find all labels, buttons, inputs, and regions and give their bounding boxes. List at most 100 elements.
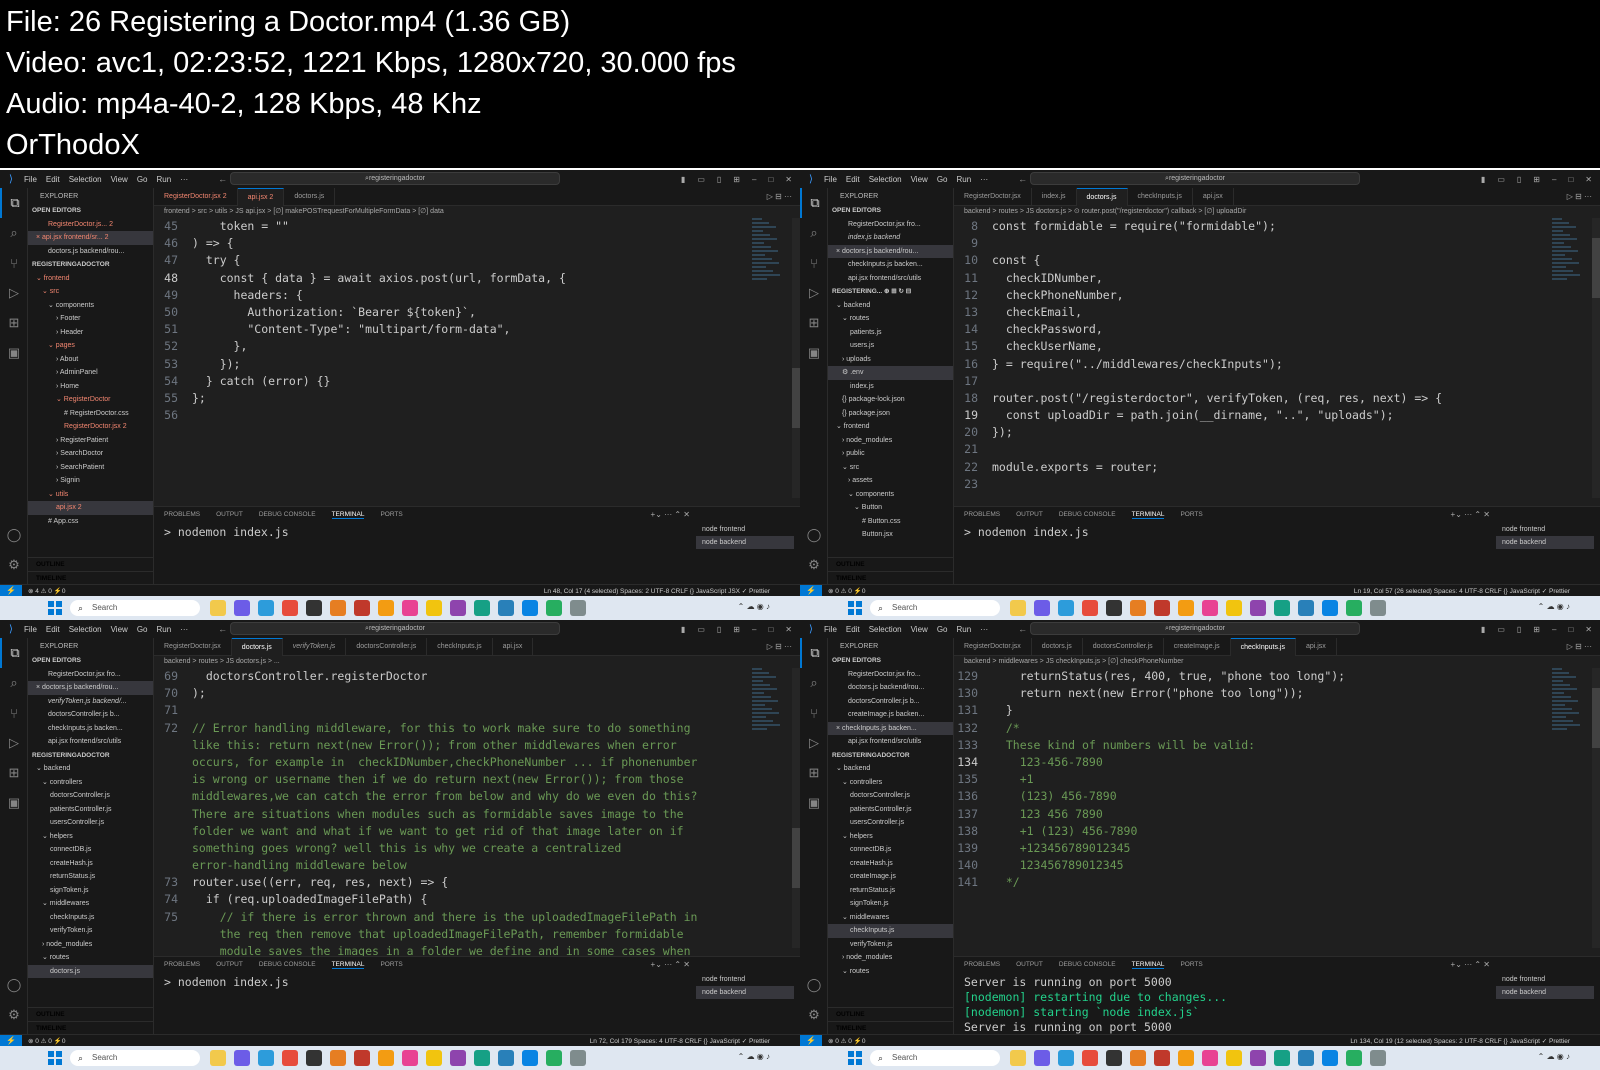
editor-tab[interactable]: doctorsController.js	[346, 638, 428, 656]
terminal-actions-icon[interactable]: +⌄ ··· ⌃ ✕	[1451, 510, 1490, 519]
taskbar-app-icon[interactable]	[1058, 600, 1074, 616]
tree-item[interactable]: doctors.js	[28, 964, 153, 978]
tree-item[interactable]: ⌄ middlewares	[28, 897, 153, 911]
tree-item[interactable]: # App.css	[28, 515, 153, 529]
terminal-output[interactable]: > nodemon index.js	[164, 525, 684, 540]
tree-item[interactable]: › SearchDoctor	[28, 447, 153, 461]
search-icon[interactable]: ⌕	[0, 668, 28, 698]
layout-icon[interactable]: ⊞	[733, 625, 740, 634]
taskbar-app-icon[interactable]	[1322, 1050, 1338, 1066]
minimize-icon[interactable]: –	[1552, 625, 1556, 634]
tree-item[interactable]: ⌄ controllers	[828, 776, 953, 790]
panel-tab[interactable]: TERMINAL	[1131, 511, 1165, 519]
tree-section-header[interactable]: OPEN EDITORS	[828, 204, 953, 218]
breadcrumb[interactable]: backend > middlewares > JS checkInputs.j…	[954, 656, 1600, 668]
code-lines[interactable]: 8 const formidable = require("formidable"…	[954, 218, 1534, 493]
editor-scrollbar[interactable]	[1592, 668, 1600, 948]
command-center-search[interactable]: ⌕ registeringadoctor	[230, 172, 560, 185]
run-debug-icon[interactable]: ▷	[0, 278, 28, 308]
panel-tab[interactable]: PORTS	[380, 511, 402, 518]
layout-icon[interactable]: ▯	[1517, 625, 1521, 634]
timeline-section[interactable]: TIMELINE	[828, 1020, 953, 1035]
terminal-instance[interactable]: node frontend	[1496, 523, 1594, 536]
panel-tab[interactable]: TERMINAL	[1131, 961, 1165, 969]
panel-tab[interactable]: TERMINAL	[331, 961, 365, 969]
taskbar-search[interactable]: ⌕ Search	[70, 1050, 200, 1066]
close-icon[interactable]: ✕	[785, 175, 792, 184]
run-split-more-icon[interactable]: ▷ ⊟ ···	[1567, 638, 1592, 656]
remote-explorer-icon[interactable]: ▣	[800, 788, 828, 818]
windows-start-icon[interactable]	[848, 1051, 862, 1065]
taskbar-app-icon[interactable]	[1202, 600, 1218, 616]
terminal-instance[interactable]: node frontend	[696, 523, 794, 536]
account-icon[interactable]: ◯	[800, 970, 828, 1000]
taskbar-app-icon[interactable]	[1106, 1050, 1122, 1066]
tree-item[interactable]: ⌄ src	[28, 285, 153, 299]
tree-section-header[interactable]: REGISTERING... ⊕ ⊞ ↻ ⊟	[828, 285, 953, 299]
editor-tab[interactable]: createImage.js	[1164, 638, 1231, 656]
editor-tab[interactable]: checkInputs.js	[1230, 638, 1296, 656]
minimap[interactable]	[752, 668, 782, 748]
explorer-icon[interactable]: ⧉	[0, 188, 28, 218]
editor-tab[interactable]: api.jsx	[1296, 638, 1337, 656]
remote-indicator-icon[interactable]: ⚡	[800, 1034, 822, 1047]
editor-tab[interactable]: RegisterDoctor.jsx 2	[154, 188, 238, 206]
status-problems[interactable]: ⊗ 0 ⚠ 0 ⚡0	[828, 1037, 865, 1045]
search-icon[interactable]: ⌕	[0, 218, 28, 248]
tree-item[interactable]: › assets	[828, 474, 953, 488]
tree-item[interactable]: doctorsController.js b...	[28, 708, 153, 722]
taskbar-app-icon[interactable]	[306, 600, 322, 616]
taskbar-app-icon[interactable]	[282, 600, 298, 616]
status-cursor-info[interactable]: Ln 134, Col 19 (12 selected) Spaces: 2 U…	[1350, 1037, 1570, 1045]
layout-icon[interactable]: ▮	[681, 625, 685, 634]
panel-tab[interactable]: DEBUG CONSOLE	[1059, 511, 1116, 518]
menu-item[interactable]: Selection	[69, 625, 102, 634]
menu-item[interactable]: Go	[937, 625, 948, 634]
explorer-icon[interactable]: ⧉	[800, 188, 828, 218]
taskbar-app-icon[interactable]	[546, 1050, 562, 1066]
layout-icon[interactable]: ▯	[1517, 175, 1521, 184]
remote-explorer-icon[interactable]: ▣	[0, 788, 28, 818]
maximize-icon[interactable]: □	[1568, 625, 1573, 634]
tree-section-header[interactable]: OPEN EDITORS	[28, 204, 153, 218]
menu-item[interactable]: View	[111, 175, 128, 184]
taskbar-app-icon[interactable]	[1226, 1050, 1242, 1066]
tree-item[interactable]: › public	[828, 447, 953, 461]
tree-item[interactable]: ⌄ helpers	[28, 830, 153, 844]
tree-item[interactable]: {} package-lock.json	[828, 393, 953, 407]
maximize-icon[interactable]: □	[768, 175, 773, 184]
panel-tab[interactable]: PROBLEMS	[164, 511, 200, 518]
outline-section[interactable]: OUTLINE	[28, 1007, 153, 1021]
tree-item[interactable]: createHash.js	[828, 857, 953, 871]
taskbar-app-icon[interactable]	[1178, 600, 1194, 616]
taskbar-app-icon[interactable]	[330, 600, 346, 616]
minimap[interactable]	[1552, 668, 1582, 748]
menu-item[interactable]: Edit	[46, 625, 60, 634]
tree-item[interactable]: patientsController.js	[28, 803, 153, 817]
taskbar-app-icon[interactable]	[1346, 1050, 1362, 1066]
taskbar-app-icon[interactable]	[1106, 600, 1122, 616]
settings-gear-icon[interactable]: ⚙	[0, 550, 28, 580]
taskbar-app-icon[interactable]	[426, 600, 442, 616]
remote-explorer-icon[interactable]: ▣	[800, 338, 828, 368]
menu-item[interactable]: Run	[156, 625, 171, 634]
taskbar-app-icon[interactable]	[306, 1050, 322, 1066]
panel-tab[interactable]: PORTS	[1180, 961, 1202, 968]
timeline-section[interactable]: TIMELINE	[28, 1020, 153, 1035]
taskbar-app-icon[interactable]	[1322, 600, 1338, 616]
scrollbar-thumb[interactable]	[792, 828, 800, 888]
editor-tab[interactable]: doctors.js	[1076, 188, 1128, 206]
tree-item[interactable]: × checkInputs.js backen...	[828, 721, 953, 735]
extensions-icon[interactable]: ⊞	[800, 308, 828, 338]
editor-tab[interactable]: RegisterDoctor.jsx	[954, 638, 1032, 656]
tree-item[interactable]: patientsController.js	[828, 803, 953, 817]
remote-indicator-icon[interactable]: ⚡	[0, 584, 22, 597]
close-icon[interactable]: ✕	[1585, 625, 1592, 634]
menu-item[interactable]: Go	[937, 175, 948, 184]
code-lines[interactable]: 69 doctorsController.registerDoctor 70); 7…	[154, 668, 734, 956]
layout-icon[interactable]: ▮	[1481, 625, 1485, 634]
tree-item[interactable]: ⌄ backend	[828, 762, 953, 776]
taskbar-app-icon[interactable]	[354, 600, 370, 616]
taskbar-app-icon[interactable]	[1154, 1050, 1170, 1066]
tree-item[interactable]: › Home	[28, 380, 153, 394]
